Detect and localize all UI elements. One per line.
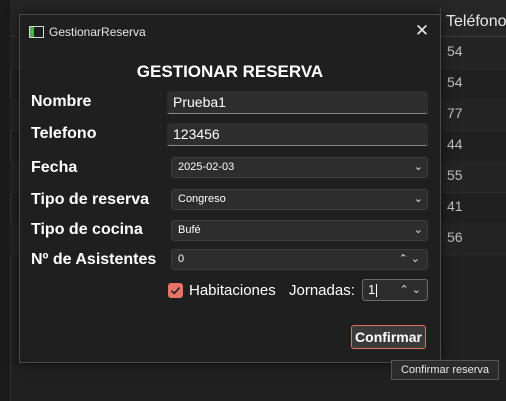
asistentes-spinbox[interactable]: 0 ⌃⌄ [171,249,428,270]
page-title: GESTIONAR RESERVA [136,62,324,81]
telefono-cell: 54 [447,74,463,90]
tipo-cocina-value: Bufé [178,224,201,236]
fecha-label: Fecha [31,159,78,176]
tipo-reserva-label: Tipo de reserva [31,191,149,208]
telefono-input[interactable]: 123456 [167,123,428,146]
checkmark-icon [170,286,181,295]
jornadas-label: Jornadas: [289,282,355,299]
tipo-cocina-label: Tipo de cocina [31,221,143,238]
title-bar[interactable]: GestionarReserva ✕ [20,15,440,47]
nombre-label: Nombre [31,93,92,110]
app-window-icon [29,26,44,38]
tipo-reserva-select[interactable]: Congreso ⌄ [171,189,428,210]
telefono-cell: 77 [447,105,463,121]
asistentes-label: Nº de Asistentes [31,251,157,268]
spin-arrows-icon[interactable]: ⌃⌄ [399,250,423,269]
nombre-value: Prueba1 [173,94,226,110]
telefono-cell: 41 [447,198,463,214]
habitaciones-checkbox[interactable] [168,283,183,298]
spin-arrows-icon[interactable]: ⌃⌄ [400,280,424,300]
jornadas-value: 1 [368,282,376,297]
fecha-value: 2025-02-03 [178,161,235,173]
confirm-tooltip: Confirmar reserva [391,360,499,380]
tipo-reserva-value: Congreso [178,193,226,205]
close-icon: ✕ [414,21,430,40]
habitaciones-label[interactable]: Habitaciones [189,282,276,299]
telefono-cell: 44 [447,136,463,152]
telefono-cell: 56 [447,229,463,245]
fecha-date-picker[interactable]: 2025-02-03 ⌄ [171,157,428,178]
nombre-input[interactable]: Prueba1 [167,91,428,114]
window-title: GestionarReserva [49,25,146,39]
text-cursor [376,284,378,298]
tipo-cocina-select[interactable]: Bufé ⌄ [171,220,428,241]
jornadas-spinbox[interactable]: 1 ⌃⌄ [362,279,428,301]
chevron-down-icon: ⌄ [413,224,423,236]
telefono-cell: 54 [447,43,463,59]
chevron-down-icon: ⌄ [413,193,423,205]
telefono-label: Telefono [31,125,97,142]
confirm-button[interactable]: Confirmar [351,325,426,349]
telefono-value: 123456 [173,126,220,142]
chevron-down-icon: ⌄ [413,161,423,173]
close-button[interactable]: ✕ [404,15,440,47]
column-header-telefono[interactable]: Teléfono [446,13,506,31]
asistentes-value: 0 [178,253,185,265]
gestionar-reserva-dialog: GestionarReserva ✕ GESTIONAR RESERVA Nom… [19,14,441,363]
telefono-cell: 55 [447,167,463,183]
